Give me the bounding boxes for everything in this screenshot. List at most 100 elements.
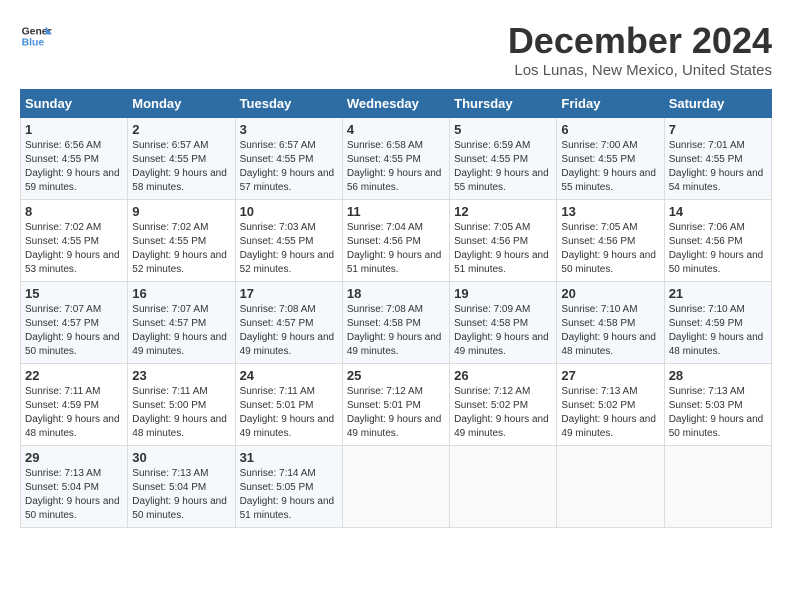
day-info: Sunrise: 7:08 AMSunset: 4:57 PMDaylight:… [240,304,335,357]
calendar-title: December 2024 [508,20,772,62]
calendar-cell: 3 Sunrise: 6:57 AMSunset: 4:55 PMDayligh… [235,118,342,200]
calendar-cell: 19 Sunrise: 7:09 AMSunset: 4:58 PMDaylig… [450,282,557,364]
calendar-cell: 14 Sunrise: 7:06 AMSunset: 4:56 PMDaylig… [664,200,771,282]
day-info: Sunrise: 7:10 AMSunset: 4:59 PMDaylight:… [669,304,764,357]
logo-icon: General Blue [20,20,52,52]
calendar-cell [557,446,664,528]
calendar-table: SundayMondayTuesdayWednesdayThursdayFrid… [20,89,772,528]
header-wednesday: Wednesday [342,90,449,118]
calendar-cell: 24 Sunrise: 7:11 AMSunset: 5:01 PMDaylig… [235,364,342,446]
header-thursday: Thursday [450,90,557,118]
day-info: Sunrise: 7:07 AMSunset: 4:57 PMDaylight:… [25,304,120,357]
calendar-cell: 18 Sunrise: 7:08 AMSunset: 4:58 PMDaylig… [342,282,449,364]
day-number: 14 [669,204,767,219]
calendar-cell: 8 Sunrise: 7:02 AMSunset: 4:55 PMDayligh… [21,200,128,282]
day-number: 6 [561,122,659,137]
day-info: Sunrise: 7:05 AMSunset: 4:56 PMDaylight:… [561,222,656,275]
calendar-cell [450,446,557,528]
calendar-cell: 2 Sunrise: 6:57 AMSunset: 4:55 PMDayligh… [128,118,235,200]
day-info: Sunrise: 7:11 AMSunset: 4:59 PMDaylight:… [25,386,120,439]
day-number: 2 [132,122,230,137]
day-number: 30 [132,450,230,465]
calendar-cell: 26 Sunrise: 7:12 AMSunset: 5:02 PMDaylig… [450,364,557,446]
day-info: Sunrise: 7:05 AMSunset: 4:56 PMDaylight:… [454,222,549,275]
calendar-cell: 9 Sunrise: 7:02 AMSunset: 4:55 PMDayligh… [128,200,235,282]
calendar-cell: 28 Sunrise: 7:13 AMSunset: 5:03 PMDaylig… [664,364,771,446]
day-info: Sunrise: 7:13 AMSunset: 5:04 PMDaylight:… [25,468,120,521]
day-info: Sunrise: 7:01 AMSunset: 4:55 PMDaylight:… [669,140,764,193]
day-info: Sunrise: 7:11 AMSunset: 5:00 PMDaylight:… [132,386,227,439]
day-info: Sunrise: 7:10 AMSunset: 4:58 PMDaylight:… [561,304,656,357]
day-info: Sunrise: 7:09 AMSunset: 4:58 PMDaylight:… [454,304,549,357]
day-info: Sunrise: 7:11 AMSunset: 5:01 PMDaylight:… [240,386,335,439]
day-info: Sunrise: 7:06 AMSunset: 4:56 PMDaylight:… [669,222,764,275]
calendar-cell: 7 Sunrise: 7:01 AMSunset: 4:55 PMDayligh… [664,118,771,200]
day-info: Sunrise: 6:56 AMSunset: 4:55 PMDaylight:… [25,140,120,193]
calendar-cell: 5 Sunrise: 6:59 AMSunset: 4:55 PMDayligh… [450,118,557,200]
calendar-cell: 29 Sunrise: 7:13 AMSunset: 5:04 PMDaylig… [21,446,128,528]
day-info: Sunrise: 7:00 AMSunset: 4:55 PMDaylight:… [561,140,656,193]
day-info: Sunrise: 7:12 AMSunset: 5:01 PMDaylight:… [347,386,442,439]
day-number: 20 [561,286,659,301]
day-info: Sunrise: 6:58 AMSunset: 4:55 PMDaylight:… [347,140,442,193]
day-number: 26 [454,368,552,383]
day-number: 13 [561,204,659,219]
header-sunday: Sunday [21,90,128,118]
calendar-cell: 20 Sunrise: 7:10 AMSunset: 4:58 PMDaylig… [557,282,664,364]
day-info: Sunrise: 7:02 AMSunset: 4:55 PMDaylight:… [25,222,120,275]
day-number: 21 [669,286,767,301]
calendar-cell: 15 Sunrise: 7:07 AMSunset: 4:57 PMDaylig… [21,282,128,364]
day-number: 17 [240,286,338,301]
day-number: 22 [25,368,123,383]
calendar-cell: 21 Sunrise: 7:10 AMSunset: 4:59 PMDaylig… [664,282,771,364]
calendar-cell: 1 Sunrise: 6:56 AMSunset: 4:55 PMDayligh… [21,118,128,200]
day-info: Sunrise: 7:13 AMSunset: 5:04 PMDaylight:… [132,468,227,521]
calendar-cell: 16 Sunrise: 7:07 AMSunset: 4:57 PMDaylig… [128,282,235,364]
day-number: 8 [25,204,123,219]
day-number: 4 [347,122,445,137]
header-saturday: Saturday [664,90,771,118]
day-number: 15 [25,286,123,301]
day-number: 25 [347,368,445,383]
day-number: 31 [240,450,338,465]
day-info: Sunrise: 7:03 AMSunset: 4:55 PMDaylight:… [240,222,335,275]
day-number: 5 [454,122,552,137]
calendar-cell [664,446,771,528]
week-row-1: 1 Sunrise: 6:56 AMSunset: 4:55 PMDayligh… [21,118,772,200]
day-number: 24 [240,368,338,383]
day-number: 11 [347,204,445,219]
day-number: 19 [454,286,552,301]
calendar-cell: 23 Sunrise: 7:11 AMSunset: 5:00 PMDaylig… [128,364,235,446]
day-info: Sunrise: 6:57 AMSunset: 4:55 PMDaylight:… [132,140,227,193]
day-info: Sunrise: 7:07 AMSunset: 4:57 PMDaylight:… [132,304,227,357]
header-friday: Friday [557,90,664,118]
calendar-cell: 22 Sunrise: 7:11 AMSunset: 4:59 PMDaylig… [21,364,128,446]
day-number: 23 [132,368,230,383]
day-info: Sunrise: 7:13 AMSunset: 5:03 PMDaylight:… [669,386,764,439]
day-number: 1 [25,122,123,137]
svg-text:Blue: Blue [22,38,45,49]
day-info: Sunrise: 7:13 AMSunset: 5:02 PMDaylight:… [561,386,656,439]
week-row-2: 8 Sunrise: 7:02 AMSunset: 4:55 PMDayligh… [21,200,772,282]
day-number: 7 [669,122,767,137]
calendar-cell: 31 Sunrise: 7:14 AMSunset: 5:05 PMDaylig… [235,446,342,528]
calendar-cell: 4 Sunrise: 6:58 AMSunset: 4:55 PMDayligh… [342,118,449,200]
day-number: 3 [240,122,338,137]
day-info: Sunrise: 7:04 AMSunset: 4:56 PMDaylight:… [347,222,442,275]
calendar-cell: 17 Sunrise: 7:08 AMSunset: 4:57 PMDaylig… [235,282,342,364]
day-number: 10 [240,204,338,219]
calendar-cell: 10 Sunrise: 7:03 AMSunset: 4:55 PMDaylig… [235,200,342,282]
calendar-cell: 6 Sunrise: 7:00 AMSunset: 4:55 PMDayligh… [557,118,664,200]
day-info: Sunrise: 7:12 AMSunset: 5:02 PMDaylight:… [454,386,549,439]
week-row-3: 15 Sunrise: 7:07 AMSunset: 4:57 PMDaylig… [21,282,772,364]
week-row-5: 29 Sunrise: 7:13 AMSunset: 5:04 PMDaylig… [21,446,772,528]
title-area: December 2024 Los Lunas, New Mexico, Uni… [508,20,772,79]
day-info: Sunrise: 6:57 AMSunset: 4:55 PMDaylight:… [240,140,335,193]
day-info: Sunrise: 6:59 AMSunset: 4:55 PMDaylight:… [454,140,549,193]
calendar-cell [342,446,449,528]
calendar-cell: 25 Sunrise: 7:12 AMSunset: 5:01 PMDaylig… [342,364,449,446]
logo: General Blue [20,20,52,52]
header-monday: Monday [128,90,235,118]
day-number: 28 [669,368,767,383]
day-info: Sunrise: 7:08 AMSunset: 4:58 PMDaylight:… [347,304,442,357]
